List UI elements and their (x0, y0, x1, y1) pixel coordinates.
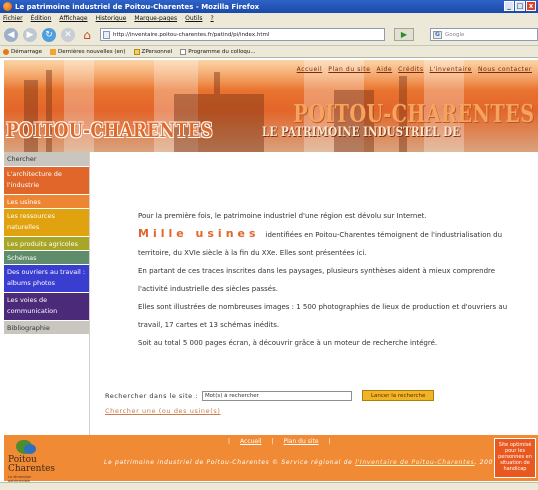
home-icon[interactable]: ⌂ (80, 28, 94, 42)
banner-chimney (214, 72, 220, 94)
menu-history[interactable]: Historique (96, 15, 127, 22)
back-arrow-icon[interactable]: ◀ (4, 27, 18, 42)
sidebar-item-usines[interactable]: Les usines (4, 195, 89, 209)
sidebar-item-ouvriers[interactable]: Des ouvriers au travail : albums photos (4, 265, 89, 293)
intro-line: l'activité industrielle des siècles pass… (138, 285, 278, 293)
menu-help[interactable]: ? (210, 15, 213, 22)
intro-text: Pour la première fois, le patrimoine ind… (138, 207, 508, 352)
bookmark-programme[interactable]: Programme du colloqu... (180, 48, 256, 55)
rss-icon (50, 48, 57, 55)
sidebar-item-bibliographie[interactable]: Bibliographie (4, 321, 89, 335)
bookmark-label: ZPersonnel (141, 48, 173, 55)
google-icon: G (433, 31, 442, 39)
intro-line: identifiées en Poitou-Charentes témoigne… (265, 231, 503, 239)
window-titlebar: Le patrimoine industriel de Poitou-Chare… (0, 0, 538, 13)
folder-icon (133, 48, 140, 55)
link-contact[interactable]: Nous contacter (478, 66, 532, 73)
site-search: Rechercher dans le site : Lancer la rech… (105, 390, 435, 401)
menu-bookmarks[interactable]: Marque-pages (134, 15, 177, 22)
site-logo-right: POITOU-CHARENTES (292, 99, 534, 128)
firefox-icon (3, 2, 12, 11)
link-aide[interactable]: Aide (377, 66, 393, 73)
bookmark-label: Dernières nouvelles (en) (58, 48, 126, 55)
reload-icon[interactable]: ↻ (42, 27, 56, 42)
menu-bar: Fichier Édition Affichage Historique Mar… (0, 13, 538, 24)
region-logo-wave-icon (24, 444, 36, 454)
close-button[interactable]: x (526, 1, 536, 11)
search-button[interactable]: Lancer la recherche (361, 390, 435, 401)
usine-search-link[interactable]: Chercher une (ou des usine(s) (105, 407, 221, 415)
intro-line: travail, 17 cartes et 13 schémas inédits… (138, 321, 280, 329)
bookmark-zpersonnel[interactable]: ZPersonnel (133, 48, 173, 55)
star-icon (3, 48, 9, 55)
intro-line: En partant de ces traces inscrites dans … (138, 267, 496, 275)
address-bar[interactable]: http://inventaire.poitou-charentes.fr/pa… (100, 28, 385, 41)
forward-arrow-icon[interactable]: ▶ (23, 27, 37, 42)
footer-credit-text: Le patrimoine industriel de Poitou-Chare… (104, 459, 353, 466)
top-navigation: Accueil Plan du site Aide Crédits L'inve… (297, 66, 532, 73)
window-title: Le patrimoine industriel de Poitou-Chare… (15, 2, 260, 11)
highlight-mille-usines: Mille usines (138, 227, 260, 240)
link-credits[interactable]: Crédits (398, 66, 423, 73)
page-icon (180, 48, 187, 55)
intro-line: territoire, du XVIe siècle à la fin du X… (138, 249, 367, 257)
menu-view[interactable]: Affichage (59, 15, 87, 22)
page-icon (103, 31, 110, 39)
sidebar-item-architecture[interactable]: L'architecture de l'industrie (4, 167, 89, 195)
footer-credit-link[interactable]: l'Inventaire de Poitou-Charentes (355, 459, 474, 466)
maximize-button[interactable]: □ (515, 1, 525, 11)
web-search-input[interactable]: G Google (430, 28, 538, 41)
link-accueil[interactable]: Accueil (297, 66, 323, 73)
bookmarks-toolbar: Démarrage Dernières nouvelles (en) ZPers… (0, 46, 538, 58)
accessibility-badge[interactable]: Site optimisé pour les personnes en situ… (494, 438, 536, 478)
footer-links: | Accueil | Plan du site | (228, 438, 331, 445)
minimize-button[interactable]: _ (504, 1, 514, 11)
footer-link-accueil[interactable]: Accueil (240, 438, 261, 445)
content-divider (89, 152, 90, 435)
region-logo-name: Poitou Charentes (8, 455, 56, 474)
status-bar (0, 482, 538, 490)
window-controls: _ □ x (504, 1, 536, 11)
search-placeholder: Google (445, 31, 465, 38)
intro-line: Elles sont illustrées de nombreuses imag… (138, 303, 508, 311)
sidebar-item-produits-agricoles[interactable]: Les produits agricoles (4, 237, 89, 251)
sidebar-item-chercher[interactable]: Chercher (4, 152, 89, 167)
footer-credit: Le patrimoine industriel de Poitou-Chare… (104, 459, 498, 466)
menu-file[interactable]: Fichier (3, 15, 23, 22)
site-logo-left[interactable]: POITOU-CHARENTES (6, 118, 213, 142)
menu-tools[interactable]: Outils (185, 15, 202, 22)
footer-link-plan[interactable]: Plan du site (284, 438, 319, 445)
bookmark-news[interactable]: Dernières nouvelles (en) (50, 48, 126, 55)
sidebar-item-ressources[interactable]: Les ressources naturelles (4, 209, 89, 237)
navigation-toolbar: ◀ ▶ ↻ ✕ ⌂ http://inventaire.poitou-chare… (0, 24, 538, 46)
go-button[interactable]: ▶ (394, 28, 414, 41)
search-input[interactable] (201, 390, 352, 401)
intro-highlight-line: Mille usines identifiées en Poitou-Charen… (138, 225, 508, 244)
intro-line: Soit au total 5 000 pages écran, à décou… (138, 339, 438, 347)
search-label: Rechercher dans le site : (105, 391, 198, 400)
intro-line: Pour la première fois, le patrimoine ind… (138, 212, 427, 220)
bookmark-label: Programme du colloqu... (188, 48, 256, 55)
bookmark-label: Démarrage (11, 48, 43, 55)
sidebar-item-schemas[interactable]: Schémas (4, 251, 89, 265)
url-text: http://inventaire.poitou-charentes.fr/pa… (113, 31, 270, 38)
sidebar-nav: Chercher L'architecture de l'industrie L… (4, 152, 89, 335)
bookmark-demarrage[interactable]: Démarrage (3, 48, 43, 55)
stop-icon[interactable]: ✕ (61, 27, 75, 42)
region-logo[interactable]: Poitou Charentes La dimension patrimonia… (8, 440, 56, 483)
link-plan-du-site[interactable]: Plan du site (328, 66, 370, 73)
menu-edit[interactable]: Édition (31, 15, 52, 22)
link-inventaire[interactable]: L'inventaire (430, 66, 472, 73)
sidebar-item-voies-communication[interactable]: Les voies de communication (4, 293, 89, 321)
